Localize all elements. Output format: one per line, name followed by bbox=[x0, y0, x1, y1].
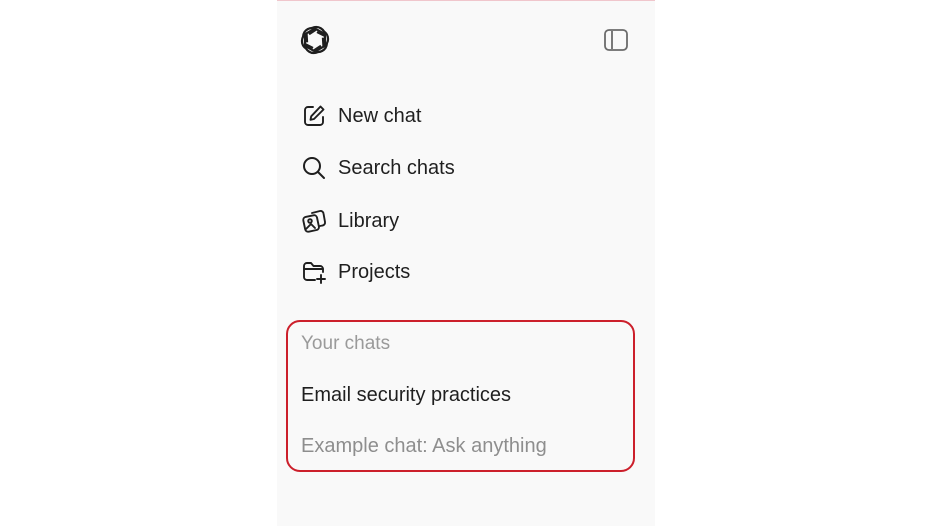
images-icon bbox=[301, 208, 327, 234]
nav-label-library: Library bbox=[338, 209, 400, 232]
folder-plus-icon bbox=[301, 259, 327, 285]
nav-label-search-chats: Search chats bbox=[338, 156, 455, 179]
sidebar: New chat Search chats Library Projects Y… bbox=[277, 0, 655, 526]
search-chats-button[interactable]: Search chats bbox=[301, 152, 455, 184]
library-button[interactable]: Library bbox=[301, 205, 399, 237]
openai-logo-icon[interactable] bbox=[299, 23, 331, 57]
edit-icon bbox=[301, 103, 327, 129]
your-chats-heading: Your chats bbox=[301, 333, 391, 354]
nav-label-new-chat: New chat bbox=[338, 104, 422, 127]
new-chat-button[interactable]: New chat bbox=[301, 100, 421, 132]
projects-button[interactable]: Projects bbox=[301, 256, 410, 288]
sidebar-toggle-icon bbox=[604, 29, 628, 51]
sidebar-toggle-button[interactable] bbox=[603, 28, 629, 52]
chat-item-example-chat[interactable]: Example chat: Ask anything bbox=[301, 435, 547, 458]
search-icon bbox=[301, 155, 327, 181]
chat-item-email-security-practices[interactable]: Email security practices bbox=[301, 384, 511, 407]
nav-label-projects: Projects bbox=[338, 260, 411, 283]
